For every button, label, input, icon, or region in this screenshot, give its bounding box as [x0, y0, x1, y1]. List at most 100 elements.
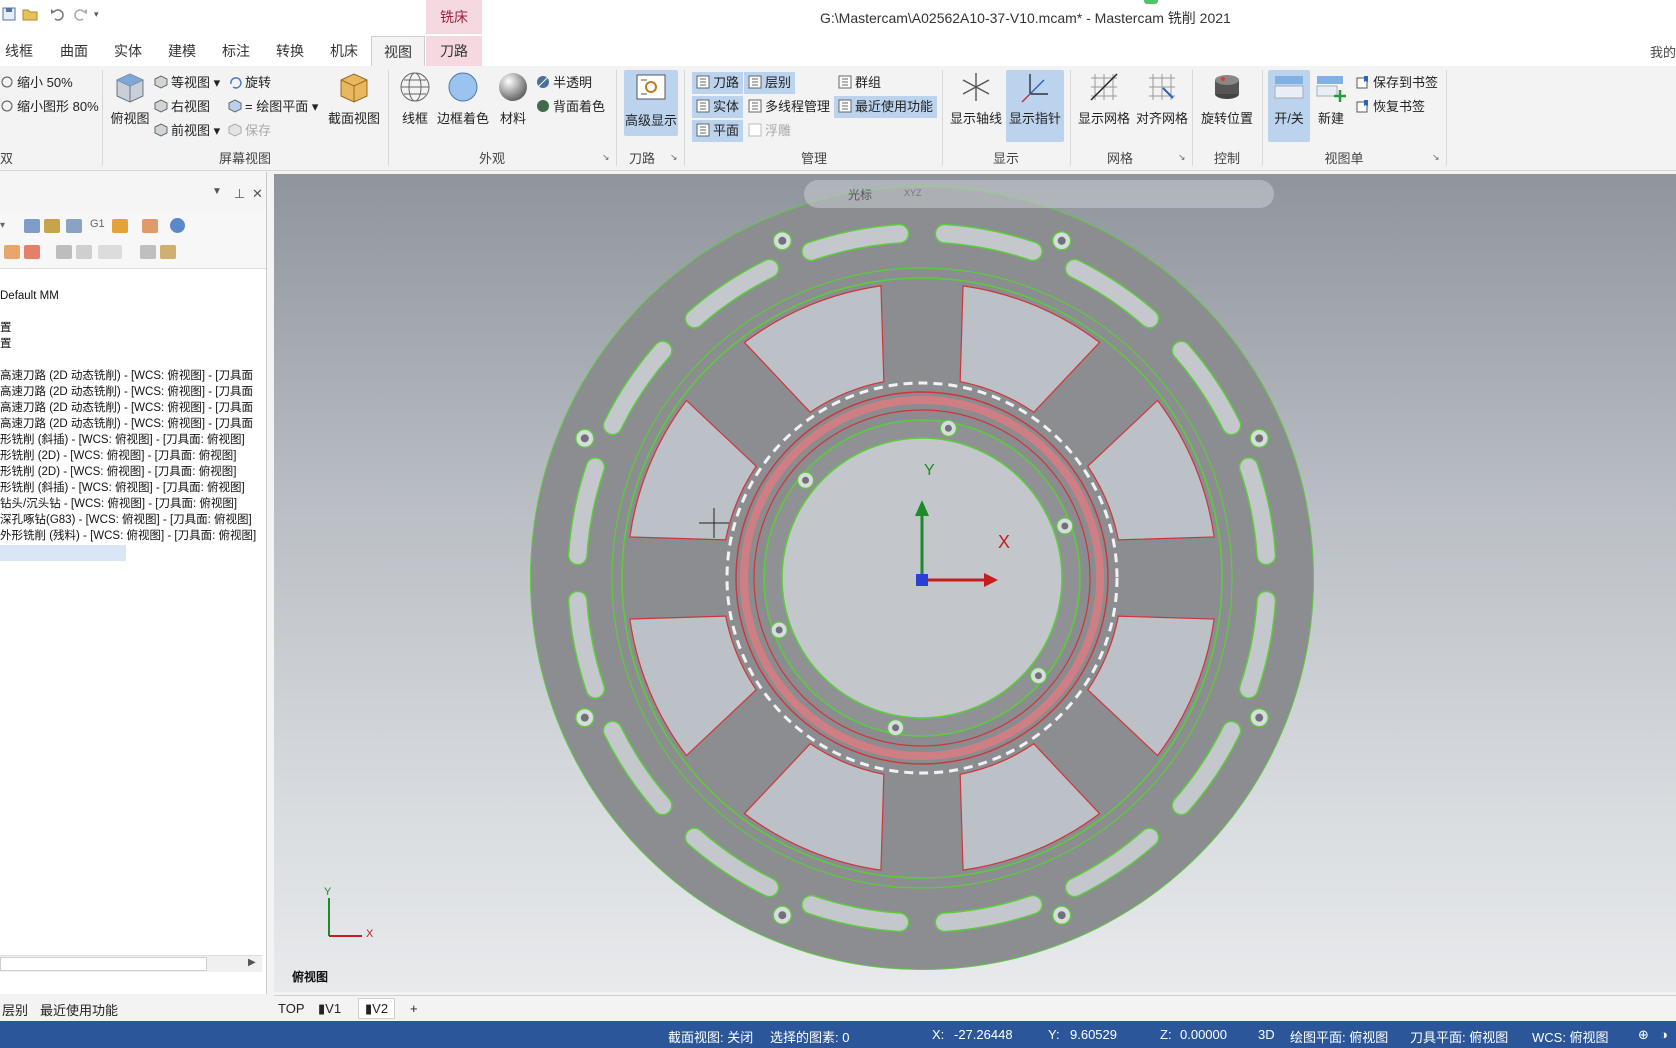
operation-item[interactable]: 形铣削 (斜插) - [WCS: 俯视图] - [刀具面: 俯视图]: [0, 480, 245, 496]
save-view-button[interactable]: 保存: [228, 122, 271, 140]
translucent-button[interactable]: 半透明: [536, 74, 592, 92]
tab-recent-functions[interactable]: 最近使用功能: [40, 1000, 118, 1019]
customize-quick-access-icon[interactable]: ▾: [94, 6, 110, 22]
highfeed-icon[interactable]: [142, 219, 158, 233]
tab-solids[interactable]: 实体: [108, 36, 148, 66]
panel-menu-dropdown-icon[interactable]: ▼: [212, 186, 222, 197]
save-bookmark-button[interactable]: 保存到书签: [1356, 74, 1438, 92]
user-account-hint[interactable]: 我的: [1650, 42, 1676, 61]
move-up-down-icon[interactable]: [24, 245, 40, 259]
pin-icon[interactable]: ⊥: [234, 186, 245, 202]
operation-item[interactable]: 形铣削 (斜插) - [WCS: 俯视图] - [刀具面: 俯视图]: [0, 432, 245, 448]
operation-item[interactable]: 形铣削 (2D) - [WCS: 俯视图] - [刀具面: 俯视图]: [0, 464, 236, 480]
operation-item[interactable]: 高速刀路 (2D 动态铣削) - [WCS: 俯视图] - [刀具面: [0, 400, 253, 416]
rotate-button[interactable]: 旋转: [228, 74, 271, 92]
operation-item[interactable]: 高速刀路 (2D 动态铣削) - [WCS: 俯视图] - [刀具面: [0, 416, 253, 432]
properties-item[interactable]: 置: [0, 336, 12, 352]
globe-icon[interactable]: ⊕: [1638, 1027, 1649, 1043]
manager-toolpaths-toggle[interactable]: 刀路: [692, 72, 744, 94]
help-icon[interactable]: [170, 218, 185, 233]
open-folder-icon[interactable]: [22, 6, 38, 22]
new-viewsheet-button[interactable]: 新建: [1312, 70, 1350, 127]
back-shading-button[interactable]: 背面着色: [536, 98, 605, 116]
xyz-snap-button[interactable]: XYZ: [904, 188, 922, 198]
material-button[interactable]: 材料: [494, 70, 532, 127]
viewsheet-toggle-button[interactable]: 开/关: [1268, 70, 1310, 142]
undo-icon[interactable]: [50, 6, 66, 22]
restore-bookmark-button[interactable]: 恢复书签: [1356, 98, 1425, 116]
graphics-viewport[interactable]: 光标 XYZ Y X Y X 俯视图: [274, 174, 1676, 992]
rotate-position-button[interactable]: 旋转位置: [1198, 70, 1256, 127]
right-view-button[interactable]: 右视图: [154, 98, 210, 116]
scrollbar-thumb[interactable]: [0, 957, 207, 971]
iso-view-button[interactable]: 等视图 ▾: [154, 74, 220, 92]
manager-levels-toggle[interactable]: 层别: [744, 72, 796, 94]
operation-item[interactable]: 高速刀路 (2D 动态铣削) - [WCS: 俯视图] - [刀具面: [0, 368, 253, 384]
redo-icon[interactable]: [72, 6, 88, 22]
show-axes-button[interactable]: 显示轴线: [948, 70, 1004, 127]
operation-item[interactable]: 深孔啄钻(G83) - [WCS: 俯视图] - [刀具面: 俯视图]: [0, 512, 252, 528]
dialog-launcher-icon[interactable]: ↘: [1178, 152, 1186, 163]
multi-thread-manager-toggle[interactable]: 多线程管理: [748, 98, 830, 116]
snap-grid-button[interactable]: 对齐网格: [1134, 70, 1190, 127]
selection-mode-cursor[interactable]: 光标: [848, 186, 872, 203]
section-view-button[interactable]: 截面视图: [326, 70, 382, 127]
top-view-button[interactable]: 俯视图: [108, 70, 152, 127]
manager-recent-toggle[interactable]: 最近使用功能: [834, 96, 938, 118]
settings-icon[interactable]: [160, 245, 176, 259]
floating-selection-toolbar[interactable]: 光标 XYZ: [804, 180, 1274, 208]
shrink-50-button[interactable]: 缩小 50%: [0, 74, 73, 92]
add-viewsheet-button[interactable]: +: [410, 999, 418, 1018]
viewsheet-tab-v2[interactable]: ▮V2: [358, 998, 396, 1019]
tab-drafting[interactable]: 标注: [216, 36, 256, 66]
tab-levels[interactable]: 层别: [2, 1000, 28, 1019]
wireframe-shading-button[interactable]: 线框: [394, 70, 436, 127]
tab-toolpaths[interactable]: 刀路: [426, 36, 482, 66]
filter-select-icon[interactable]: [98, 245, 122, 259]
manager-groups-toggle[interactable]: 群组: [838, 74, 881, 92]
operation-item[interactable]: 高速刀路 (2D 动态铣削) - [WCS: 俯视图] - [刀具面: [0, 384, 253, 400]
post-icon[interactable]: [112, 219, 128, 233]
manager-planes-toggle[interactable]: 平面: [692, 120, 744, 142]
backplot-icon[interactable]: [66, 219, 82, 233]
cplane-status[interactable]: 绘图平面: 俯视图: [1290, 1027, 1388, 1046]
operation-item[interactable]: 形铣削 (2D) - [WCS: 俯视图] - [刀具面: 俯视图]: [0, 448, 236, 464]
move-arrow-icon[interactable]: [4, 245, 20, 259]
expand-icon[interactable]: [140, 245, 156, 259]
insert-arrow-row[interactable]: [0, 545, 126, 561]
shrink-80-button[interactable]: 缩小图形 80%: [0, 98, 99, 116]
regen-all-icon[interactable]: [24, 219, 40, 233]
front-view-button[interactable]: 前视图 ▾: [154, 122, 220, 140]
tab-transform[interactable]: 转换: [270, 36, 310, 66]
close-icon[interactable]: ✕: [252, 186, 263, 202]
viewsheet-tab-v1[interactable]: ▮V1: [318, 999, 341, 1018]
wcs-status[interactable]: WCS: 俯视图: [1532, 1027, 1609, 1046]
show-gnomon-button[interactable]: 显示指针: [1006, 70, 1064, 142]
dialog-launcher-icon[interactable]: ↘: [670, 152, 678, 163]
mode-3d-toggle[interactable]: 3D: [1258, 1027, 1275, 1042]
lock-icon[interactable]: [76, 245, 92, 259]
dialog-launcher-icon[interactable]: ↘: [602, 152, 610, 163]
manager-float-toggle[interactable]: 浮雕: [748, 122, 791, 140]
save-quick-icon[interactable]: [2, 6, 18, 22]
tab-model-prep[interactable]: 建模: [162, 36, 202, 66]
tplane-status[interactable]: 刀具平面: 俯视图: [1410, 1027, 1508, 1046]
regen-dirty-icon[interactable]: [44, 219, 60, 233]
dialog-launcher-icon[interactable]: ↘: [1432, 152, 1440, 163]
tab-view[interactable]: 视图: [371, 36, 425, 67]
manager-solids-toggle[interactable]: 实体: [692, 96, 744, 118]
operation-item[interactable]: 外形铣削 (残料) - [WCS: 俯视图] - [刀具面: 俯视图]: [0, 528, 256, 544]
more-icon[interactable]: ◑: [1660, 1027, 1668, 1042]
tab-wireframe[interactable]: 线框: [0, 36, 38, 66]
viewsheet-tab-top[interactable]: TOP: [278, 999, 305, 1018]
plane-view-button[interactable]: = 绘图平面 ▾: [228, 98, 318, 116]
scroll-right-icon[interactable]: ▶: [248, 957, 256, 968]
g1-icon[interactable]: G1: [90, 218, 105, 230]
dropdown-icon[interactable]: ▾: [0, 220, 5, 231]
operation-item[interactable]: 钻头/沉头钻 - [WCS: 俯视图] - [刀具面: 俯视图]: [0, 496, 237, 512]
section-view-status[interactable]: 截面视图: 关闭: [668, 1027, 753, 1046]
tab-machine[interactable]: 机床: [324, 36, 364, 66]
edge-shading-button[interactable]: 边框着色: [436, 70, 490, 127]
show-grid-button[interactable]: 显示网格: [1076, 70, 1132, 127]
machine-group-item[interactable]: Default MM: [0, 288, 59, 304]
